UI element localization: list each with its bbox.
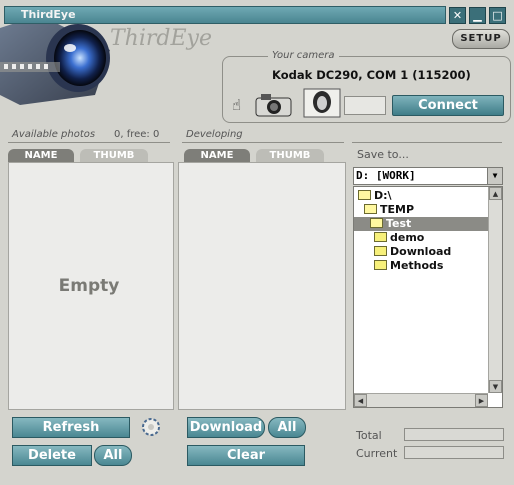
- developing-list[interactable]: [178, 162, 346, 410]
- developing-label: Developing: [186, 129, 243, 140]
- tree-item-drive[interactable]: D:\: [358, 189, 392, 203]
- scroll-left-icon[interactable]: ◀: [354, 394, 367, 407]
- total-progress-bar: [404, 428, 504, 441]
- horizontal-scrollbar[interactable]: ◀ ▶: [354, 393, 488, 407]
- folder-icon: [374, 232, 387, 242]
- tree-item-download[interactable]: Download: [374, 245, 451, 259]
- hand-pointer-icon: ☝: [232, 96, 242, 114]
- camera-section-label: Your camera: [268, 50, 339, 61]
- folder-icon: [374, 246, 387, 256]
- vertical-scrollbar[interactable]: ▲ ▼: [488, 187, 502, 393]
- setup-button[interactable]: SETUP: [452, 29, 510, 49]
- save-to-label: Save to...: [357, 148, 409, 161]
- tree-item-temp[interactable]: TEMP: [364, 203, 414, 217]
- folder-icon: [374, 260, 387, 270]
- window-title: ThirdEye: [21, 8, 76, 21]
- download-button[interactable]: Download: [187, 417, 265, 438]
- open-folder-icon: [364, 204, 377, 214]
- camera-icon: [255, 94, 292, 117]
- download-all-button[interactable]: All: [268, 417, 306, 438]
- total-progress-label: Total: [356, 429, 382, 442]
- title-bar[interactable]: ThirdEye: [4, 6, 446, 24]
- drive-select[interactable]: D: [WORK] ▼: [353, 167, 503, 185]
- scroll-up-icon[interactable]: ▲: [489, 187, 502, 200]
- divider: [352, 142, 502, 143]
- empty-list-text: Empty: [58, 276, 120, 296]
- available-counts: 0, free: 0: [114, 129, 160, 140]
- close-icon[interactable]: ✕: [449, 7, 466, 24]
- chevron-down-icon[interactable]: ▼: [487, 168, 502, 184]
- tree-item-methods[interactable]: Methods: [374, 259, 443, 273]
- open-folder-icon: [358, 190, 371, 200]
- scroll-right-icon[interactable]: ▶: [475, 394, 488, 407]
- open-folder-icon: [370, 218, 383, 228]
- connect-button[interactable]: Connect: [392, 95, 504, 116]
- current-progress-bar: [404, 446, 504, 459]
- delete-button[interactable]: Delete: [12, 445, 92, 466]
- scroll-down-icon[interactable]: ▼: [489, 380, 502, 393]
- camera-status-field: [344, 96, 386, 115]
- tree-item-test[interactable]: Test: [354, 217, 488, 231]
- clear-button[interactable]: Clear: [187, 445, 305, 466]
- camera-model: Kodak DC290, COM 1 (115200): [272, 68, 471, 82]
- current-progress-label: Current: [356, 447, 398, 460]
- tab-developing-name[interactable]: NAME: [184, 149, 250, 162]
- divider: [8, 142, 170, 143]
- portrait-photo-icon: [303, 88, 341, 118]
- tab-developing-thumb[interactable]: THUMB: [256, 149, 324, 162]
- maximize-icon[interactable]: □: [489, 7, 506, 24]
- folder-tree[interactable]: D:\ TEMP Test demo Download Methods ▲ ▼ …: [353, 186, 503, 408]
- drive-select-value: D: [WORK]: [356, 169, 416, 182]
- puzzle-gear-icon: [142, 418, 160, 436]
- refresh-button[interactable]: Refresh: [12, 417, 130, 438]
- thirdeye-window: ThirdEye ThirdEye ✕ ▁ □ SETUP Your camer…: [0, 0, 514, 485]
- divider: [182, 142, 344, 143]
- minimize-icon[interactable]: ▁: [469, 7, 486, 24]
- tab-available-thumb[interactable]: THUMB: [80, 149, 148, 162]
- tree-item-demo[interactable]: demo: [374, 231, 424, 245]
- tab-available-name[interactable]: NAME: [8, 149, 74, 162]
- delete-all-button[interactable]: All: [94, 445, 132, 466]
- available-photos-label: Available photos: [12, 129, 96, 140]
- logo-watermark-text: ThirdEye: [110, 26, 212, 51]
